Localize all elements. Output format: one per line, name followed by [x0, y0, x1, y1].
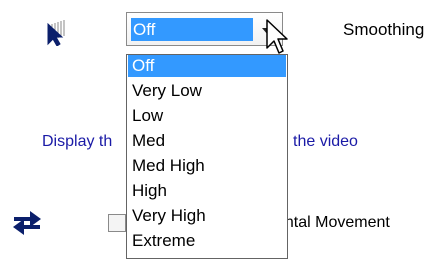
smoothing-label: Smoothing — [343, 20, 425, 39]
dropdown-option-med[interactable]: Med — [128, 130, 286, 152]
smoothing-combobox[interactable]: Off — [126, 12, 283, 46]
dropdown-option-very-high[interactable]: Very High — [128, 205, 286, 227]
dropdown-option-low[interactable]: Low — [128, 105, 286, 127]
smoothing-dropdown-list[interactable]: Off Very Low Low Med Med High High Very … — [126, 54, 288, 259]
dropdown-option-extreme[interactable]: Extreme — [128, 230, 286, 252]
dropdown-option-off[interactable]: Off — [128, 55, 286, 77]
cursor-trail-icon — [47, 20, 65, 46]
description-text-end: the video — [293, 133, 358, 150]
swap-arrows-icon — [13, 211, 41, 235]
horizontal-movement-checkbox[interactable] — [108, 214, 126, 232]
description-text-start: Display th — [42, 133, 113, 150]
smoothing-combobox-value: Off — [131, 18, 253, 41]
dropdown-option-med-high[interactable]: Med High — [128, 155, 286, 177]
mouse-pointer-icon — [266, 19, 288, 54]
dropdown-option-high[interactable]: High — [128, 180, 286, 202]
dropdown-option-very-low[interactable]: Very Low — [128, 80, 286, 102]
horizontal-movement-label: ontal Movement — [276, 214, 390, 231]
